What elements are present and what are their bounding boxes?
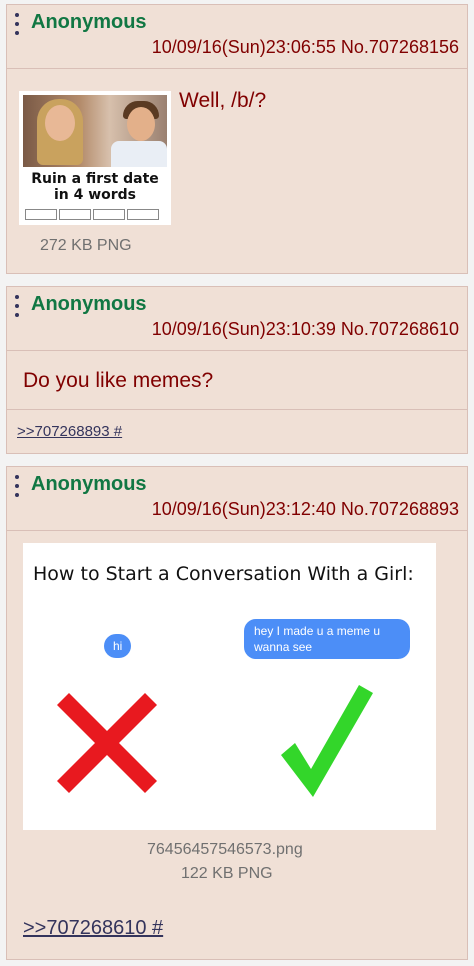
post-707268156: Anonymous 10/09/16(Sun)23:06:55 No.70726… [6,4,468,274]
post-number[interactable]: No.707268156 [341,37,459,57]
backlink[interactable]: >>707268893 # [17,423,122,440]
x-mark-icon [57,693,157,793]
post-header: Anonymous 10/09/16(Sun)23:10:39 No.70726… [7,287,467,351]
poster-name: Anonymous [31,473,147,495]
poster-name: Anonymous [31,293,147,315]
image-title: How to Start a Conversation With a Girl: [33,563,414,585]
poster-name: Anonymous [31,11,147,33]
post-meta: 10/09/16(Sun)23:10:39 No.707268610 [152,319,459,340]
post-header: Anonymous 10/09/16(Sun)23:06:55 No.70726… [7,5,467,69]
file-size: 272 KB PNG [40,237,132,254]
post-number[interactable]: No.707268610 [341,319,459,339]
post-datetime: 10/09/16(Sun)23:06:55 [151,37,336,57]
thumbnail-photo [23,95,167,167]
file-name[interactable]: 76456457546573.png [147,841,303,859]
caption-line-1: Ruin a first date [31,171,159,187]
caption-line-2: in 4 words [53,187,137,203]
menu-dots-icon[interactable] [15,13,19,35]
chat-bubble-meme: hey I made u a meme u wanna see [244,619,410,659]
file-size: 122 KB PNG [181,865,273,882]
thumbnail-caption: Ruin a first date in 4 words [19,171,171,203]
check-mark-icon [281,685,373,797]
post-707268610: Anonymous 10/09/16(Sun)23:10:39 No.70726… [6,286,468,454]
post-707268893: Anonymous 10/09/16(Sun)23:12:40 No.70726… [6,466,468,960]
menu-dots-icon[interactable] [15,295,19,317]
menu-dots-icon[interactable] [15,475,19,497]
post-meta: 10/09/16(Sun)23:06:55 No.707268156 [152,37,459,58]
answer-boxes [25,209,159,220]
post-datetime: 10/09/16(Sun)23:10:39 [151,319,336,339]
chat-bubble-hi: hi [104,634,132,658]
post-number[interactable]: No.707268893 [341,499,459,519]
post-thumbnail[interactable]: Ruin a first date in 4 words [19,91,171,225]
backlink-bar [7,409,467,410]
post-meta: 10/09/16(Sun)23:12:40 No.707268893 [152,499,459,520]
post-header: Anonymous 10/09/16(Sun)23:12:40 No.70726… [7,467,467,531]
post-comment: Do you like memes? [23,369,214,392]
post-datetime: 10/09/16(Sun)23:12:40 [151,499,336,519]
post-image[interactable]: How to Start a Conversation With a Girl:… [23,543,436,830]
backlink[interactable]: >>707268610 # [23,917,163,940]
post-comment: Well, /b/? [179,89,267,112]
